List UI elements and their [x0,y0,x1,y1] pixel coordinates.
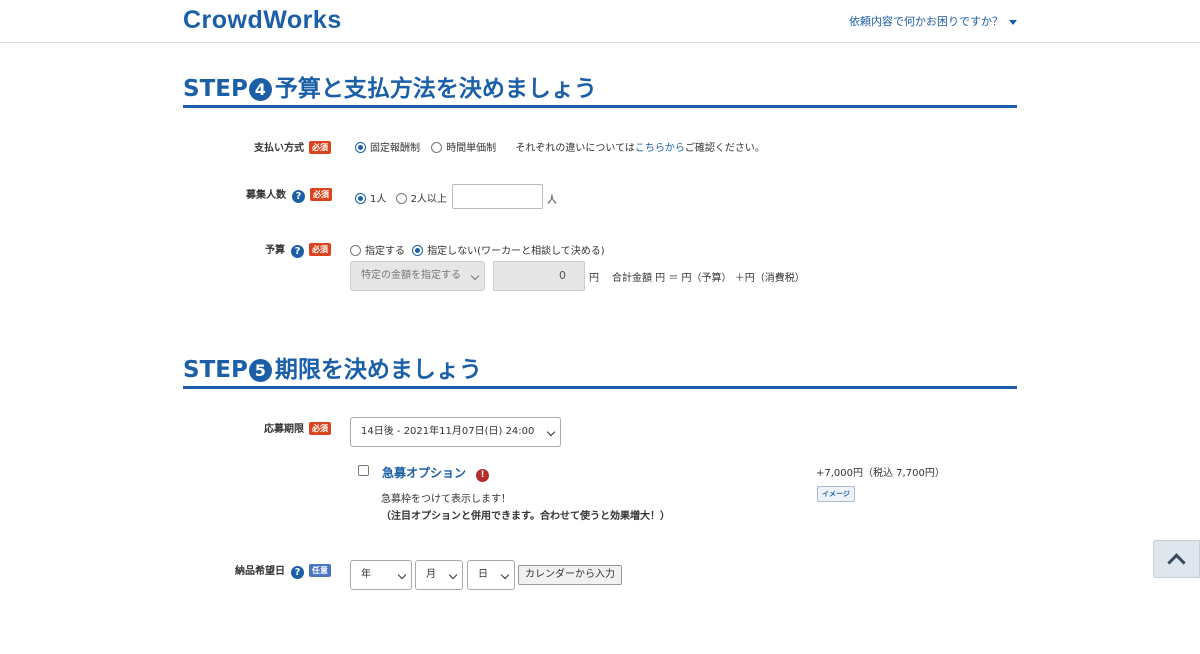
recruit-count-input[interactable] [452,184,543,209]
recruit-label-text: 募集人数 [246,190,286,201]
delivery-label: 納品希望日? 任意 [235,562,331,579]
step4-title-text: 予算と支払方法を決めましょう [274,76,597,102]
payment-hourly-label: 時間単価制 [446,143,497,154]
step4-heading: STEP 4 予算と支払方法を決めましょう [183,74,1017,108]
recruit-multi-label: 2人以上 [410,194,447,205]
recruit-one-radio[interactable]: 1人 [355,193,387,205]
recruit-multi-radio[interactable]: 2人以上 [395,193,447,205]
step5-title-text: 期限を決めましょう [274,357,482,383]
optional-badge: 任意 [309,564,331,577]
crowdworks-logo[interactable]: CrowdWorks [183,6,342,35]
required-badge: 必須 [309,422,331,435]
delivery-year-value: 年 [361,569,371,580]
help-question-icon[interactable]: ? [291,245,304,258]
radio-checked-icon[interactable] [412,245,424,256]
urgent-option-desc: 急募枠をつけて表示します！ [381,494,511,505]
budget-label: 予算? 必須 [265,241,331,258]
payment-note-after: ご確認ください。 [684,143,765,154]
delivery-day-select[interactable]: 日 [467,560,515,590]
delivery-label-text: 納品希望日 [235,566,285,577]
budget-amount-input[interactable]: 0 [493,261,585,291]
payment-fixed-label: 固定報酬制 [370,143,420,154]
help-question-icon[interactable]: ? [292,190,305,203]
chevron-up-icon [1167,553,1186,572]
radio-checked-icon[interactable] [355,142,366,153]
payment-note-link[interactable]: こちらから [635,143,685,154]
payment-label-text: 支払い方式 [254,143,304,154]
required-badge: 必須 [309,141,331,154]
payment-label: 支払い方式 必須 [254,139,331,154]
step4-title: STEP 4 予算と支払方法を決めましょう [183,74,597,104]
budget-no-specify-label: 指定しない(ワーカーと相談して決める) [427,246,605,257]
budget-amount-select-value: 特定の金額を指定する [361,270,461,281]
step4-number-badge: 4 [248,78,272,101]
step5-title: STEP 5 期限を決めましょう [183,355,482,385]
payment-note: それぞれの違いについてはこちらからご確認ください。 [515,143,765,154]
step4-prefix: STEP [183,76,248,102]
urgent-option-note: （注目オプションと併用できます。合わせて使うと効果増大！） [381,511,670,522]
help-question-icon[interactable]: ? [291,566,304,579]
urgent-option-title-text[interactable]: 急募オプション [382,466,466,480]
step5-heading: STEP 5 期限を決めましょう [183,355,1017,389]
delivery-day-value: 日 [478,569,488,580]
caret-down-icon [1009,19,1017,25]
chevron-down-icon [470,271,480,281]
radio-unchecked-icon[interactable] [395,193,407,204]
budget-specify-label: 指定する [365,246,405,257]
radio-checked-icon[interactable] [355,193,366,204]
radio-unchecked-icon[interactable] [431,142,443,153]
delivery-month-select[interactable]: 月 [415,560,463,590]
required-badge: 必須 [309,243,331,256]
recruit-options: 1人 2人以上 [355,190,447,205]
chevron-down-icon [448,570,458,580]
help-link-text: 依頼内容で何かお困りですか？ [849,15,1003,28]
chevron-down-icon [397,570,407,580]
step5-prefix: STEP [183,357,248,383]
radio-unchecked-icon[interactable] [350,245,361,256]
help-dropdown[interactable]: 依頼内容で何かお困りですか？ [849,13,1017,29]
delivery-month-value: 月 [426,569,436,580]
urgent-option-title: 急募オプション! [382,464,490,482]
recruit-unit: 人 [547,195,557,206]
step5-number-badge: 5 [248,359,272,382]
payment-hourly-radio[interactable]: 時間単価制 [431,142,497,154]
payment-note-before: それぞれの違いについては [515,143,635,154]
urgent-option-checkbox[interactable] [358,465,369,476]
recruit-label: 募集人数? 必須 [246,186,332,203]
required-badge: 必須 [310,188,332,201]
deadline-select-value: 14日後 - 2021年11月07日(日) 24:00 [361,426,535,437]
budget-specify-radio[interactable]: 指定する [350,245,405,257]
recruit-one-label: 1人 [370,194,387,205]
budget-no-specify-radio[interactable]: 指定しない(ワーカーと相談して決める) [412,245,605,257]
header: CrowdWorks 依頼内容で何かお困りですか？ [0,0,1200,43]
calendar-input-button[interactable]: カレンダーから入力 [518,565,622,585]
alert-icon[interactable]: ! [476,469,490,482]
deadline-select[interactable]: 14日後 - 2021年11月07日(日) 24:00 [350,417,561,447]
chevron-down-icon [546,427,556,437]
payment-options: 固定報酬制 時間単価制 それぞれの違いについてはこちらからご確認ください。 [355,139,765,154]
delivery-year-select[interactable]: 年 [350,560,412,590]
chevron-down-icon [500,570,510,580]
budget-label-text: 予算 [265,245,285,256]
budget-amount-select[interactable]: 特定の金額を指定する [350,261,485,291]
budget-options: 指定する 指定しない(ワーカーと相談して決める) [350,242,605,257]
budget-yen-unit: 円 [589,273,599,284]
urgent-option-price: +7,000円（税込 7,700円） [816,468,945,479]
scroll-to-top-button[interactable] [1153,540,1200,578]
budget-total-text: 合計金額 円 ＝ 円（予算） ＋円（消費税） [612,273,805,284]
payment-fixed-radio[interactable]: 固定報酬制 [355,142,420,154]
deadline-label: 応募期限 必須 [264,420,331,435]
urgent-image-button[interactable]: イメージ [817,486,855,502]
deadline-label-text: 応募期限 [264,424,304,435]
